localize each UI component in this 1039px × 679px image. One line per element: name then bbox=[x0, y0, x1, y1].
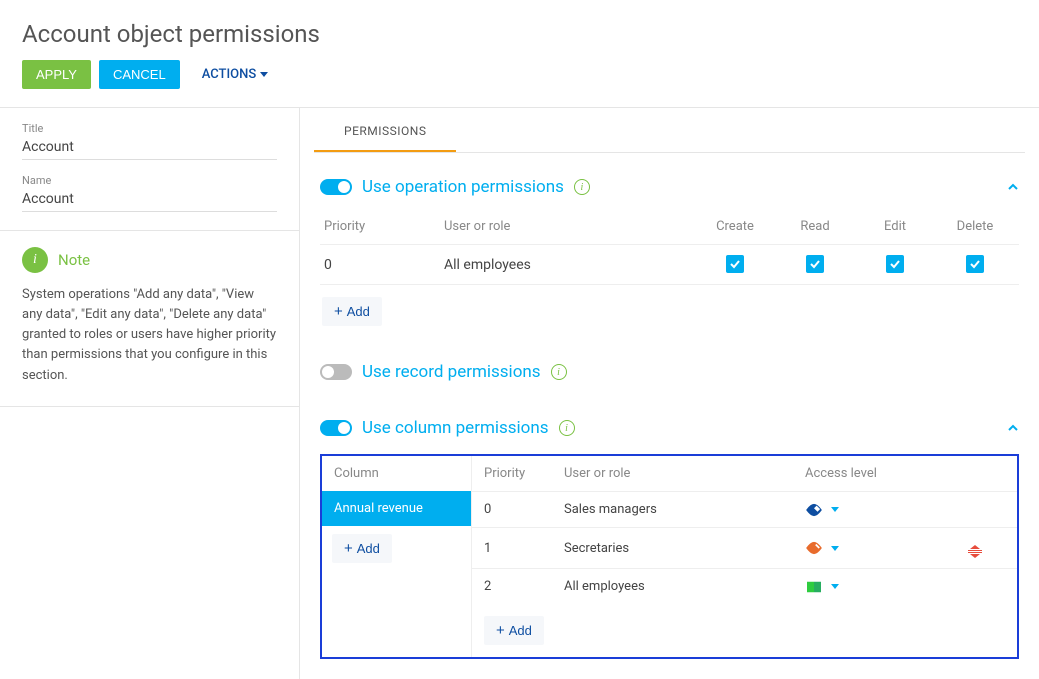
col-create: Create bbox=[695, 219, 775, 234]
table-row[interactable]: 0 All employees bbox=[320, 245, 1019, 285]
note-body: System operations "Add any data", "View … bbox=[22, 285, 277, 386]
access-level-select[interactable] bbox=[805, 503, 945, 517]
cell-user-or-role: All employees bbox=[444, 257, 695, 273]
record-title: Use record permissions bbox=[362, 362, 541, 382]
checkbox-create[interactable] bbox=[726, 255, 744, 273]
cell-priority: 0 bbox=[324, 257, 444, 273]
operation-toggle[interactable] bbox=[320, 179, 352, 195]
table-row[interactable]: 2 All employees bbox=[472, 568, 1017, 604]
column-toggle[interactable] bbox=[320, 420, 352, 436]
col-priority: Priority bbox=[484, 466, 564, 481]
collapse-icon[interactable] bbox=[1007, 181, 1019, 193]
caret-down-icon bbox=[831, 507, 839, 512]
cell-priority: 1 bbox=[484, 541, 564, 556]
operation-title: Use operation permissions bbox=[362, 177, 564, 197]
column-title: Use column permissions bbox=[362, 418, 549, 438]
main: PERMISSIONS Use operation permissions i … bbox=[300, 108, 1039, 679]
plus-icon: + bbox=[496, 622, 505, 639]
col-user-or-role: User or role bbox=[444, 219, 695, 234]
access-level-select[interactable] bbox=[805, 541, 945, 555]
title-label: Title bbox=[22, 122, 277, 135]
caret-down-icon bbox=[260, 72, 268, 77]
drag-handle-icon[interactable] bbox=[968, 545, 982, 558]
table-row[interactable]: 0 Sales managers bbox=[472, 491, 1017, 527]
section-operation: Use operation permissions i Priority Use… bbox=[314, 153, 1025, 338]
actions-label: ACTIONS bbox=[202, 67, 256, 82]
operation-table-header: Priority User or role Create Read Edit D… bbox=[320, 209, 1019, 245]
caret-down-icon bbox=[831, 584, 839, 589]
details-card: Title Account Name Account bbox=[0, 108, 299, 231]
col-user-or-role: User or role bbox=[564, 466, 805, 481]
apply-button[interactable]: APPLY bbox=[22, 60, 91, 89]
tab-bar: PERMISSIONS bbox=[314, 108, 1025, 153]
plus-icon: + bbox=[344, 540, 353, 557]
caret-down-icon bbox=[831, 546, 839, 551]
checkbox-edit[interactable] bbox=[886, 255, 904, 273]
add-label: Add bbox=[347, 304, 370, 319]
page-title: Account object permissions bbox=[0, 0, 1039, 60]
add-column-button[interactable]: + Add bbox=[332, 534, 392, 563]
column-detail-header: Priority User or role Access level bbox=[472, 456, 1017, 491]
name-field[interactable]: Account bbox=[22, 189, 277, 212]
cell-priority: 2 bbox=[484, 579, 564, 594]
toolbar: APPLY CANCEL ACTIONS bbox=[0, 60, 1039, 108]
column-detail: Priority User or role Access level 0 Sal… bbox=[472, 456, 1017, 657]
section-column: Use column permissions i Column Annual r… bbox=[314, 394, 1025, 659]
cell-user-or-role: Sales managers bbox=[564, 502, 805, 517]
cancel-button[interactable]: CANCEL bbox=[99, 60, 180, 89]
note-card: i Note System operations "Add any data",… bbox=[0, 231, 299, 407]
access-read-icon bbox=[805, 541, 823, 555]
access-edit-icon bbox=[805, 503, 823, 517]
info-icon[interactable]: i bbox=[551, 364, 567, 380]
table-row[interactable]: 1 Secretaries bbox=[472, 527, 1017, 568]
cell-user-or-role: All employees bbox=[564, 579, 805, 594]
column-list: Column Annual revenue + Add bbox=[322, 456, 472, 657]
info-icon[interactable]: i bbox=[559, 420, 575, 436]
col-edit: Edit bbox=[855, 219, 935, 234]
actions-menu[interactable]: ACTIONS bbox=[202, 67, 268, 82]
col-priority: Priority bbox=[324, 219, 444, 234]
checkbox-read[interactable] bbox=[806, 255, 824, 273]
title-field[interactable]: Account bbox=[22, 137, 277, 160]
access-deny-icon bbox=[805, 580, 823, 594]
plus-icon: + bbox=[334, 303, 343, 320]
column-permissions-panel: Column Annual revenue + Add Priority Use… bbox=[320, 454, 1019, 659]
tab-permissions[interactable]: PERMISSIONS bbox=[314, 108, 456, 152]
collapse-icon[interactable] bbox=[1007, 422, 1019, 434]
col-delete: Delete bbox=[935, 219, 1015, 234]
note-title: Note bbox=[58, 251, 90, 269]
sidebar: Title Account Name Account i Note System… bbox=[0, 108, 300, 679]
name-label: Name bbox=[22, 174, 277, 187]
checkbox-delete[interactable] bbox=[966, 255, 984, 273]
cell-priority: 0 bbox=[484, 502, 564, 517]
cell-user-or-role: Secretaries bbox=[564, 541, 805, 556]
record-toggle[interactable] bbox=[320, 364, 352, 380]
access-level-select[interactable] bbox=[805, 580, 945, 594]
column-item-annual-revenue[interactable]: Annual revenue bbox=[322, 491, 471, 526]
col-read: Read bbox=[775, 219, 855, 234]
add-operation-row-button[interactable]: + Add bbox=[322, 297, 382, 326]
info-icon: i bbox=[22, 247, 48, 273]
add-column-row-button[interactable]: + Add bbox=[484, 616, 544, 645]
info-icon[interactable]: i bbox=[574, 179, 590, 195]
column-list-header: Column bbox=[322, 456, 471, 491]
add-label: Add bbox=[509, 623, 532, 638]
section-record: Use record permissions i bbox=[314, 338, 1025, 394]
col-access-level: Access level bbox=[805, 466, 945, 481]
add-label: Add bbox=[357, 541, 380, 556]
